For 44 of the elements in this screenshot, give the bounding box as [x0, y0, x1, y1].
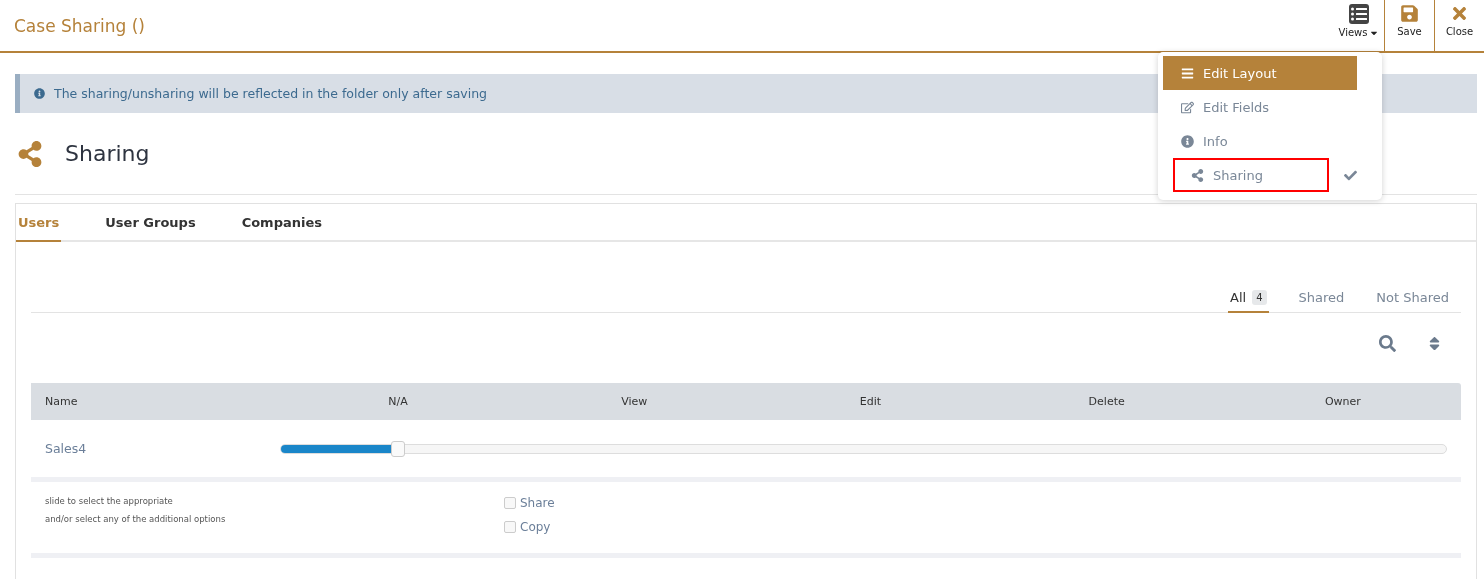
list-icon: [1349, 4, 1369, 24]
info-icon: [34, 88, 45, 99]
slider-thumb[interactable]: [390, 440, 405, 457]
info-icon: [1181, 134, 1194, 148]
hint-text: slide to select the appropriate: [45, 496, 174, 506]
column-header: N/A: [387, 395, 409, 408]
count-badge: 4: [1252, 290, 1267, 305]
menu-icon: [1181, 66, 1194, 80]
tab[interactable]: Companies: [239, 204, 324, 242]
close-button[interactable]: Close: [1434, 0, 1484, 51]
section-title: Sharing: [65, 141, 150, 166]
permission-slider[interactable]: [280, 443, 1447, 454]
column-header: Name: [44, 395, 79, 408]
tab[interactable]: User Groups: [103, 204, 198, 242]
column-header: Delete: [1087, 395, 1126, 408]
share-icon: [17, 140, 43, 167]
hint-text: and/or select any of the additional options: [45, 514, 227, 524]
checkbox-label: Copy: [520, 520, 551, 534]
column-header: Owner: [1323, 395, 1362, 408]
option-checkbox[interactable]: Copy: [504, 520, 555, 534]
page-title: Case Sharing (): [14, 15, 145, 36]
filter-tab[interactable]: Shared: [1296, 290, 1347, 313]
tab[interactable]: Users: [16, 204, 62, 242]
search-icon[interactable]: [1379, 335, 1396, 352]
column-header: Edit: [858, 395, 883, 408]
checkbox-label: Share: [520, 496, 555, 510]
save-icon: [1400, 4, 1419, 23]
close-icon: [1450, 4, 1469, 23]
menu-item[interactable]: Edit Layout: [1163, 56, 1357, 90]
menu-item[interactable]: Info: [1163, 124, 1357, 158]
checkbox[interactable]: [504, 521, 516, 533]
edit-icon: [1181, 100, 1194, 114]
views-button[interactable]: Views: [1334, 0, 1384, 51]
filter-tab[interactable]: All 4: [1228, 290, 1269, 313]
filter-tab[interactable]: Not Shared: [1374, 290, 1451, 313]
menu-item[interactable]: Sharing: [1173, 158, 1329, 192]
checkbox[interactable]: [504, 497, 516, 509]
save-button[interactable]: Save: [1384, 0, 1434, 51]
alert-text: The sharing/unsharing will be reflected in the folder only after saving: [54, 86, 488, 101]
menu-item[interactable]: Edit Fields: [1163, 90, 1357, 124]
column-header: View: [620, 395, 649, 408]
option-checkbox[interactable]: Share: [504, 496, 555, 510]
user-name: Sales4: [44, 441, 88, 456]
share-icon: [1191, 168, 1204, 182]
